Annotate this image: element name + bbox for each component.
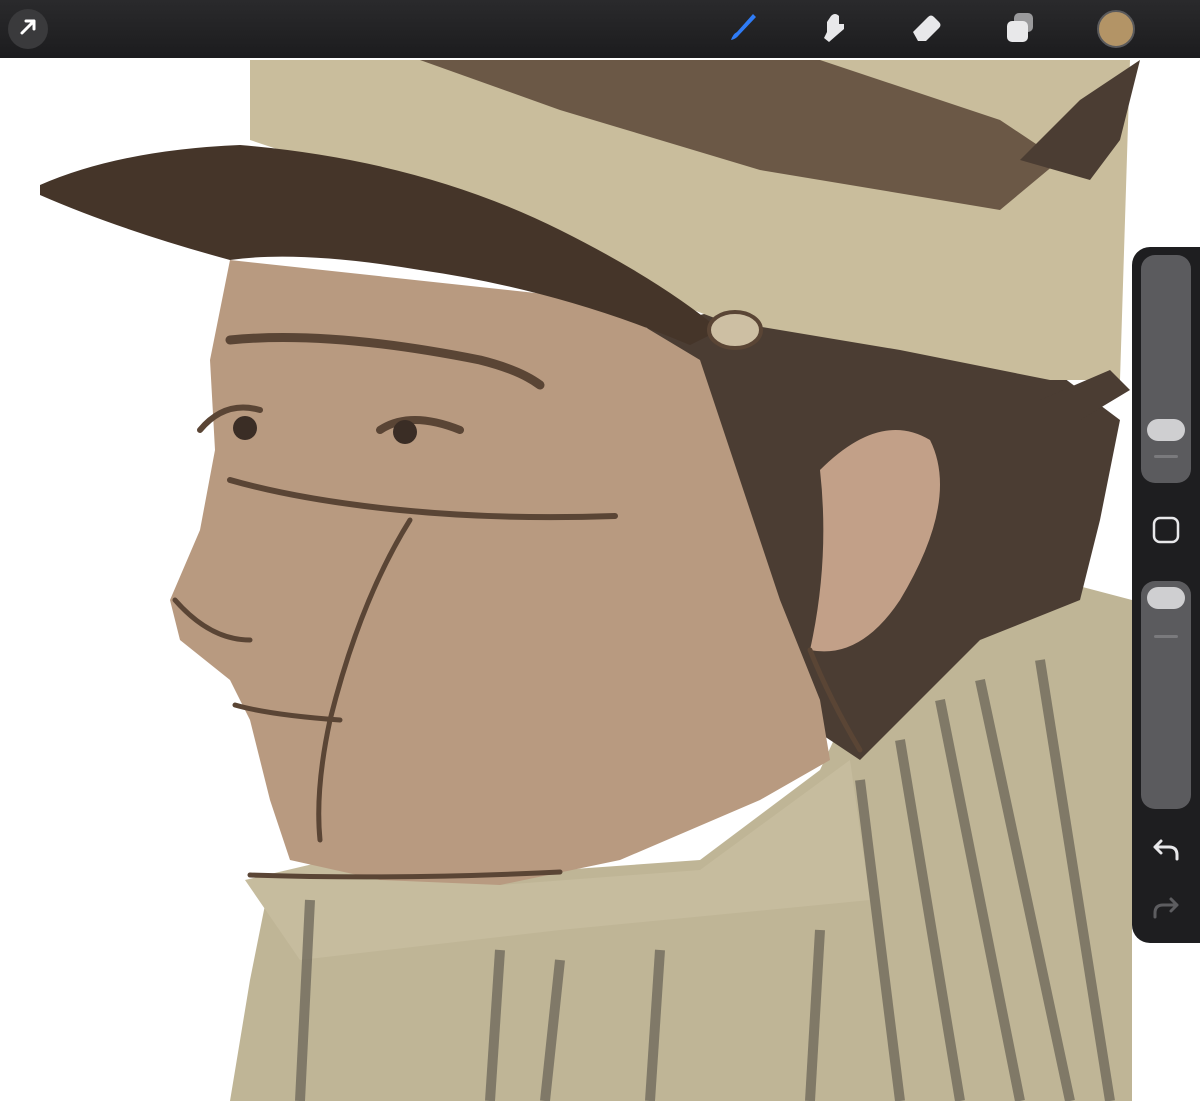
slider-tick xyxy=(1154,635,1178,638)
modify-button[interactable] xyxy=(1149,515,1183,549)
top-toolbar xyxy=(0,0,1200,58)
redo-icon xyxy=(1151,895,1181,926)
slider-tick xyxy=(1154,455,1178,458)
undo-icon xyxy=(1151,837,1181,868)
opacity-thumb[interactable] xyxy=(1147,587,1185,609)
layers-tool-button[interactable] xyxy=(1000,9,1040,49)
undo-button[interactable] xyxy=(1149,835,1183,869)
brush-size-slider[interactable] xyxy=(1141,255,1191,483)
eraser-icon xyxy=(908,10,944,49)
square-icon xyxy=(1151,515,1181,550)
side-toolbar xyxy=(1132,247,1200,943)
brush-icon xyxy=(725,10,759,49)
brush-tool-button[interactable] xyxy=(722,9,762,49)
smudge-icon xyxy=(817,10,851,49)
actions-button[interactable] xyxy=(8,9,48,49)
color-picker-button[interactable] xyxy=(1097,10,1135,48)
smudge-tool-button[interactable] xyxy=(814,9,854,49)
brush-size-thumb[interactable] xyxy=(1147,419,1185,441)
arrow-icon xyxy=(18,17,38,42)
redo-button[interactable] xyxy=(1149,893,1183,927)
hat-button xyxy=(707,310,763,350)
opacity-slider[interactable] xyxy=(1141,581,1191,809)
portrait-artwork xyxy=(40,60,1140,1101)
eraser-tool-button[interactable] xyxy=(906,9,946,49)
drawing-canvas[interactable] xyxy=(0,0,1200,1101)
layers-icon xyxy=(1003,10,1037,49)
